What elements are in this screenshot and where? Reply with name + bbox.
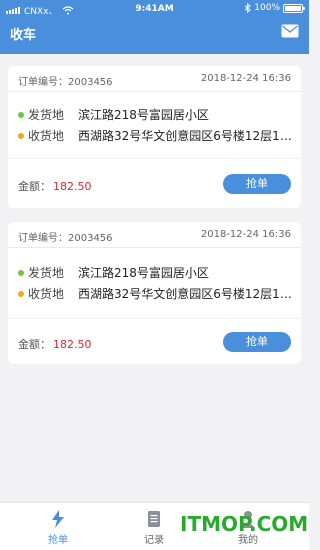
order-card[interactable]: 订单编号：2003456 2018-12-24 16:36 发货地 滨江路218… — [8, 222, 301, 364]
amount-label: 金额： — [18, 180, 51, 193]
order-header: 订单编号：2003456 2018-12-24 16:36 — [8, 222, 301, 248]
tab-label: 抢单 — [48, 535, 68, 546]
from-row: 发货地 滨江路218号富园居小区 — [18, 106, 293, 123]
order-number: 订单编号：2003456 — [18, 77, 113, 88]
amount-label: 金额： — [18, 338, 51, 351]
amount: 金额： 182.50 — [18, 178, 92, 194]
tab-grab-order[interactable]: 抢单 — [23, 509, 93, 549]
battery-text: 100% — [254, 3, 280, 13]
card-divider — [8, 158, 301, 159]
order-card[interactable]: 订单编号：2003456 2018-12-24 16:36 发货地 滨江路218… — [8, 66, 301, 208]
document-icon — [148, 511, 160, 527]
order-header: 订单编号：2003456 2018-12-24 16:36 — [8, 66, 301, 92]
page-title: 收车 — [10, 28, 37, 43]
mail-icon[interactable] — [281, 24, 299, 38]
from-dot — [18, 269, 24, 276]
to-address: 西湖路32号华文创意园区6号楼12层120... — [78, 287, 293, 301]
lightning-icon — [52, 510, 64, 528]
to-dot — [18, 290, 24, 297]
to-row: 收货地 西湖路32号华文创意园区6号楼12层120... — [18, 285, 293, 302]
grab-order-button[interactable]: 抢单 — [223, 332, 291, 352]
to-row: 收货地 西湖路32号华文创意园区6号楼12层120... — [18, 127, 293, 144]
amount-value: 182.50 — [53, 180, 92, 193]
from-label: 发货地 — [28, 266, 65, 280]
to-address: 西湖路32号华文创意园区6号楼12层120... — [78, 129, 293, 143]
card-divider — [8, 318, 301, 319]
amount: 金额： 182.50 — [18, 336, 92, 352]
grab-order-button[interactable]: 抢单 — [223, 174, 291, 194]
watermark: ITMOP.COM — [180, 512, 309, 536]
tab-label: 记录 — [144, 535, 164, 546]
amount-value: 182.50 — [53, 338, 92, 351]
to-label: 收货地 — [28, 287, 65, 301]
app: CNXx、 9:41AM 100% 收车 订单编号：2003456 2018-1… — [0, 0, 309, 550]
order-datetime: 2018-12-24 16:36 — [200, 229, 291, 240]
status-bar: CNXx、 9:41AM 100% — [0, 0, 309, 18]
order-datetime: 2018-12-24 16:36 — [200, 73, 291, 84]
battery-icon — [283, 3, 305, 13]
from-dot — [18, 111, 24, 118]
from-label: 发货地 — [28, 108, 65, 122]
from-address: 滨江路218号富园居小区 — [78, 266, 209, 280]
header-bar: CNXx、 9:41AM 100% 收车 — [0, 0, 309, 54]
tab-records[interactable]: 记录 — [119, 509, 189, 549]
from-address: 滨江路218号富园居小区 — [78, 108, 209, 122]
status-right: 100% — [244, 3, 305, 13]
bluetooth-icon — [244, 3, 252, 13]
tab-label: 我的 — [238, 535, 258, 546]
from-row: 发货地 滨江路218号富园居小区 — [18, 264, 293, 281]
order-number: 订单编号：2003456 — [18, 233, 113, 244]
to-label: 收货地 — [28, 129, 65, 143]
to-dot — [18, 132, 24, 139]
